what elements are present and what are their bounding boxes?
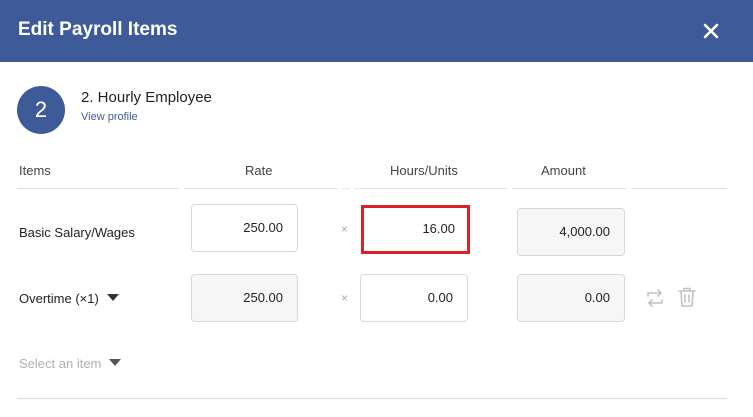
amount-field: 4,000.00	[517, 208, 625, 256]
header-divider	[512, 188, 627, 189]
header-divider	[631, 188, 727, 189]
hours-units-input[interactable]: 0.00	[360, 274, 468, 322]
view-profile-link[interactable]: View profile	[81, 111, 138, 123]
swap-icon[interactable]	[644, 287, 666, 309]
header-divider	[354, 188, 508, 189]
employee-name: 2. Hourly Employee	[81, 89, 212, 106]
trash-icon[interactable]	[677, 286, 697, 308]
header-divider	[184, 188, 338, 189]
select-item-dropdown[interactable]: Select an item	[19, 356, 122, 371]
select-item-placeholder: Select an item	[19, 356, 102, 371]
row-label-overtime[interactable]: Overtime (×1)	[19, 291, 119, 306]
column-header-items: Items	[19, 163, 51, 178]
rate-input[interactable]: 250.00	[191, 204, 298, 252]
caret-down-icon[interactable]	[109, 359, 122, 366]
modal-header: Edit Payroll Items	[0, 0, 753, 62]
column-header-hours-units: Hours/Units	[390, 163, 458, 178]
avatar: 2	[17, 86, 65, 134]
amount-field: 0.00	[517, 274, 625, 322]
close-icon[interactable]	[698, 18, 724, 44]
column-header-amount: Amount	[541, 163, 586, 178]
column-header-rate: Rate	[245, 163, 273, 178]
rate-field: 250.00	[191, 274, 298, 322]
overtime-label: Overtime (×1)	[19, 291, 99, 306]
multiply-sign: ×	[341, 291, 349, 305]
header-divider	[342, 188, 350, 189]
modal-title: Edit Payroll Items	[18, 19, 178, 40]
header-divider	[17, 188, 180, 189]
hours-units-input[interactable]: 16.00	[361, 205, 470, 254]
multiply-sign: ×	[341, 222, 349, 236]
bottom-divider	[17, 398, 727, 399]
caret-down-icon[interactable]	[106, 294, 119, 301]
row-label-basic-salary: Basic Salary/Wages	[19, 225, 135, 240]
